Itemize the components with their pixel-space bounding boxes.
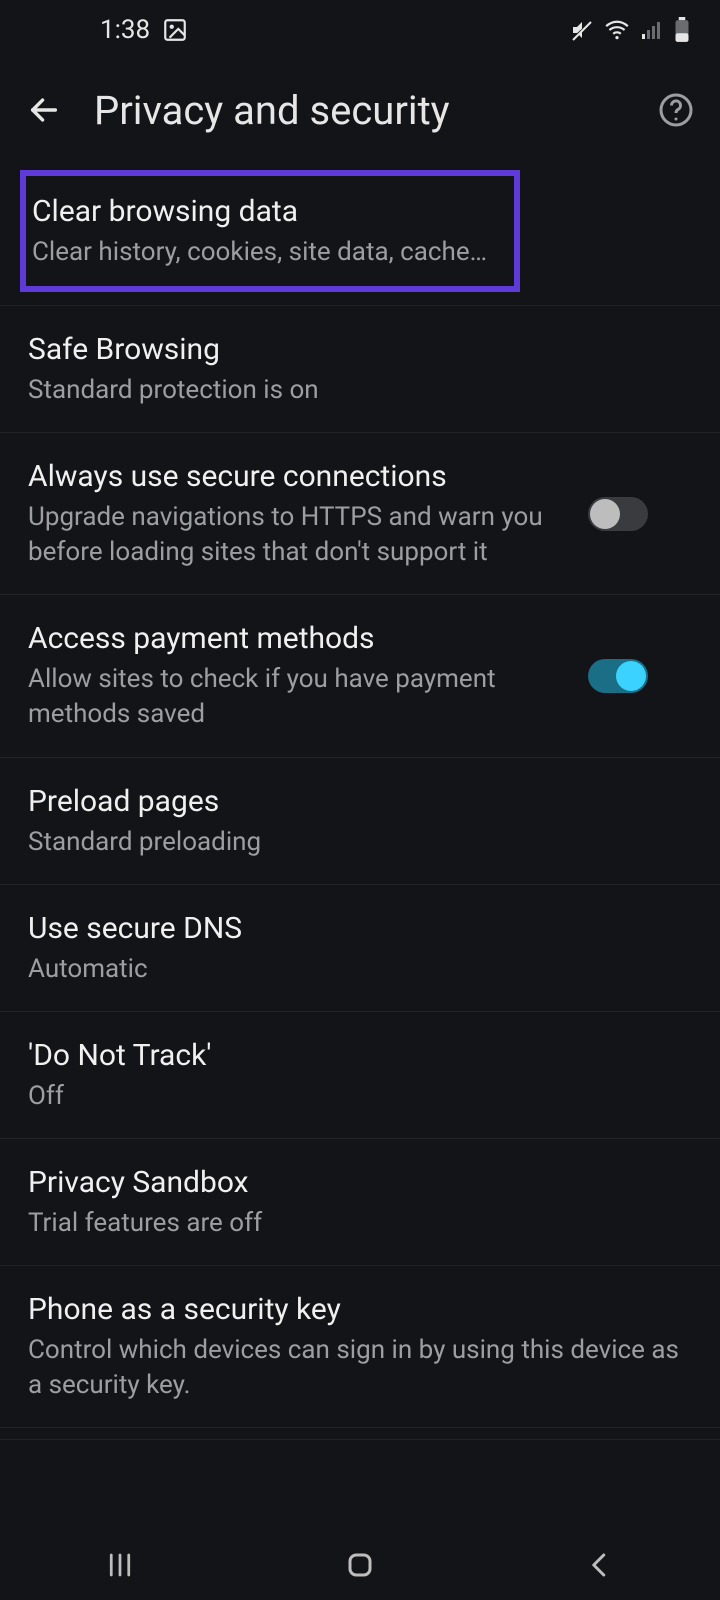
setting-clear-browsing-data[interactable]: Clear browsing data Clear history, cooki… [20, 170, 520, 292]
setting-subtitle: Allow sites to check if you have payment… [28, 662, 568, 732]
setting-title: Preload pages [28, 782, 692, 821]
setting-subtitle: Control which devices can sign in by usi… [28, 1333, 692, 1403]
settings-list: Clear browsing data Clear history, cooki… [0, 170, 720, 1440]
setting-always-use-secure-connections[interactable]: Always use secure connections Upgrade na… [0, 433, 720, 595]
nav-home-button[interactable] [330, 1545, 390, 1585]
setting-title: Clear browsing data [32, 192, 510, 231]
setting-use-secure-dns[interactable]: Use secure DNS Automatic [0, 885, 720, 1012]
status-time: 1:38 [100, 15, 150, 45]
setting-preload-pages[interactable]: Preload pages Standard preloading [0, 758, 720, 885]
setting-title: Privacy Sandbox [28, 1163, 692, 1202]
system-navbar [0, 1530, 720, 1600]
status-bar: 1:38 [0, 0, 720, 60]
nav-back-button[interactable] [570, 1545, 630, 1585]
image-icon [162, 17, 188, 43]
wifi-icon [604, 17, 630, 43]
setting-access-payment-methods[interactable]: Access payment methods Allow sites to ch… [0, 595, 720, 757]
setting-subtitle: Automatic [28, 952, 692, 987]
secure-connections-toggle[interactable] [588, 497, 648, 531]
setting-subtitle: Upgrade navigations to HTTPS and warn yo… [28, 500, 568, 570]
app-bar: Privacy and security [0, 60, 720, 160]
setting-subtitle: Off [28, 1079, 692, 1114]
cell-signal-icon [640, 18, 664, 42]
setting-subtitle: Trial features are off [28, 1206, 692, 1241]
help-button[interactable] [654, 88, 698, 132]
setting-title: Always use secure connections [28, 457, 568, 496]
volume-mute-icon [570, 18, 594, 42]
setting-subtitle: Standard protection is on [28, 373, 692, 408]
setting-do-not-track[interactable]: 'Do Not Track' Off [0, 1012, 720, 1139]
page-title: Privacy and security [94, 87, 626, 134]
back-button[interactable] [22, 88, 66, 132]
setting-title: Safe Browsing [28, 330, 692, 369]
setting-subtitle: Standard preloading [28, 825, 692, 860]
setting-title: 'Do Not Track' [28, 1036, 692, 1075]
battery-icon [674, 17, 690, 43]
setting-phone-as-security-key[interactable]: Phone as a security key Control which de… [0, 1266, 720, 1428]
setting-safe-browsing[interactable]: Safe Browsing Standard protection is on [0, 306, 720, 433]
setting-privacy-sandbox[interactable]: Privacy Sandbox Trial features are off [0, 1139, 720, 1266]
setting-subtitle: Clear history, cookies, site data, cache… [32, 235, 510, 270]
setting-title: Use secure DNS [28, 909, 692, 948]
payment-methods-toggle[interactable] [588, 659, 648, 693]
setting-title: Phone as a security key [28, 1290, 692, 1329]
setting-title: Access payment methods [28, 619, 568, 658]
nav-recents-button[interactable] [90, 1545, 150, 1585]
